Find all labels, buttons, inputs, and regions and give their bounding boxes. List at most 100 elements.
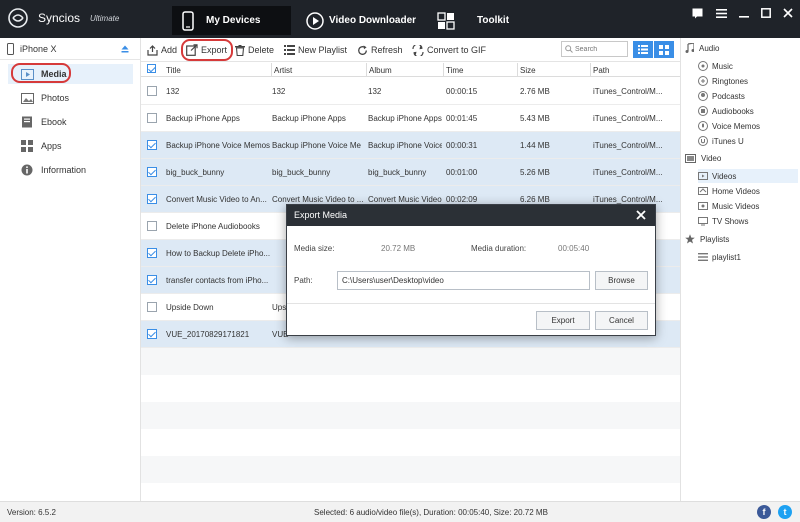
sidebar-item-apps[interactable]: Apps [8, 136, 133, 156]
column-header-artist[interactable]: Artist [274, 66, 292, 75]
new-playlist-button[interactable]: New Playlist [284, 43, 347, 57]
minimize-button[interactable] [736, 6, 752, 20]
category-item-label: Music [712, 61, 733, 71]
music-videos-icon [698, 201, 708, 211]
row-checkbox[interactable] [147, 275, 157, 285]
column-separator [517, 63, 518, 76]
column-header-time[interactable]: Time [446, 66, 463, 75]
export-path-field[interactable]: C:\Users\user\Desktop\video [337, 271, 590, 290]
row-checkbox[interactable] [147, 329, 157, 339]
tab-video-downloader[interactable]: Video Downloader [298, 6, 423, 35]
column-separator [271, 63, 272, 76]
playlists-group-header[interactable]: Playlists [685, 232, 729, 246]
column-header-size[interactable]: Size [520, 66, 536, 75]
sidebar-item-information[interactable]: Information [8, 160, 133, 180]
table-row[interactable]: 132 132 132 00:00:15 2.76 MB iTunes_Control/M… [141, 78, 680, 105]
browse-button[interactable]: Browse [595, 271, 648, 290]
cell-artist: Convert Music Video to ... [272, 195, 364, 204]
row-checkbox[interactable] [147, 167, 157, 177]
empty-row [141, 348, 680, 375]
device-name: iPhone X [20, 44, 57, 54]
category-item-audiobooks[interactable]: Audiobooks [698, 104, 798, 118]
column-header-title[interactable]: Title [166, 66, 181, 75]
category-item-voice-memos[interactable]: Voice Memos [698, 119, 798, 133]
category-item-ringtones[interactable]: Ringtones [698, 74, 798, 88]
sidebar-item-photos[interactable]: Photos [8, 88, 133, 108]
cell-size: 5.43 MB [520, 114, 550, 123]
list-view-button[interactable] [633, 41, 653, 58]
apps-icon [20, 139, 34, 153]
facebook-icon[interactable]: f [757, 505, 771, 519]
table-row[interactable]: Backup iPhone Apps Backup iPhone Apps Back… [141, 105, 680, 132]
category-item-playlist1[interactable]: playlist1 [698, 250, 798, 264]
category-item-music[interactable]: Music [698, 59, 798, 73]
audio-group-header[interactable]: Audio [685, 41, 719, 55]
dialog-cancel-button[interactable]: Cancel [595, 311, 648, 330]
cell-time: 00:02:09 [446, 195, 478, 204]
category-item-label: iTunes U [712, 136, 744, 146]
row-checkbox[interactable] [147, 302, 157, 312]
tab-my-devices[interactable]: My Devices [172, 6, 291, 35]
feedback-button[interactable] [689, 6, 705, 20]
dialog-export-button[interactable]: Export [536, 311, 590, 330]
row-checkbox[interactable] [147, 194, 157, 204]
tab-toolkit[interactable]: Toolkit [435, 6, 525, 35]
category-panel: Audio Music Ringtones Podcasts Audiobooks Vo… [680, 38, 800, 501]
cell-path: iTunes_Control/M... [593, 141, 663, 150]
add-button[interactable]: Add [147, 43, 177, 57]
delete-label: Delete [248, 45, 275, 55]
home-videos-icon [698, 186, 708, 196]
grid-view-button[interactable] [654, 41, 674, 58]
category-item-videos[interactable]: Videos [698, 169, 798, 183]
cell-artist: Backup iPhone Voice Me [272, 141, 361, 150]
app-edition: Ultimate [90, 14, 120, 23]
delete-button[interactable]: Delete [235, 43, 274, 57]
category-item-music-videos[interactable]: Music Videos [698, 199, 798, 213]
playlists-group-label: Playlists [700, 234, 730, 244]
export-media-dialog: Export Media Media size: 20.72 MB Media … [286, 204, 656, 336]
table-row[interactable]: big_buck_bunny big_buck_bunny big_buck_bun… [141, 159, 680, 186]
cell-title: Delete iPhone Audiobooks [166, 222, 260, 231]
select-all-checkbox[interactable] [147, 64, 156, 73]
category-item-podcasts[interactable]: Podcasts [698, 89, 798, 103]
close-button[interactable] [780, 6, 796, 20]
row-checkbox[interactable] [147, 113, 157, 123]
row-checkbox[interactable] [147, 86, 157, 96]
cell-size: 5.26 MB [520, 168, 550, 177]
row-checkbox[interactable] [147, 140, 157, 150]
cell-album: Backup iPhone Apps [368, 114, 442, 123]
eject-icon[interactable] [121, 45, 129, 53]
column-header-album[interactable]: Album [369, 66, 392, 75]
tab-my-devices-label: My Devices [206, 15, 261, 26]
tab-video-downloader-label: Video Downloader [329, 15, 417, 26]
info-icon [20, 163, 34, 177]
table-row[interactable]: Backup iPhone Voice Memos Backup iPhone V… [141, 132, 680, 159]
device-selector[interactable]: iPhone X [0, 38, 141, 60]
column-header-path[interactable]: Path [593, 66, 609, 75]
cell-title: How to Backup Delete iPho... [166, 249, 270, 258]
cell-path: iTunes_Control/M... [593, 168, 663, 177]
close-icon[interactable] [635, 209, 647, 221]
maximize-button[interactable] [758, 6, 774, 20]
add-label: Add [161, 45, 178, 55]
category-item-tv-shows[interactable]: TV Shows [698, 214, 798, 228]
audio-icon [685, 43, 694, 53]
iphone-icon [7, 43, 14, 55]
menu-button[interactable] [713, 6, 729, 20]
category-item-itunes-u[interactable]: iTunes U [698, 134, 798, 148]
cell-title: VUE_20170829171821 [166, 330, 250, 339]
cell-title: Upside Down [166, 303, 214, 312]
row-checkbox[interactable] [147, 248, 157, 258]
cell-title: big_buck_bunny [166, 168, 225, 177]
twitter-icon[interactable]: t [778, 505, 792, 519]
syncios-logo-icon [8, 8, 28, 28]
search-box[interactable] [561, 41, 628, 57]
convert-to-gif-button[interactable]: Convert to GIF [412, 43, 486, 57]
row-checkbox[interactable] [147, 221, 157, 231]
cell-time: 00:00:31 [446, 141, 478, 150]
category-item-home-videos[interactable]: Home Videos [698, 184, 798, 198]
video-group-header[interactable]: Video [685, 151, 721, 165]
star-icon [685, 234, 695, 244]
sidebar-item-ebook[interactable]: Ebook [8, 112, 133, 132]
refresh-button[interactable]: Refresh [357, 43, 403, 57]
